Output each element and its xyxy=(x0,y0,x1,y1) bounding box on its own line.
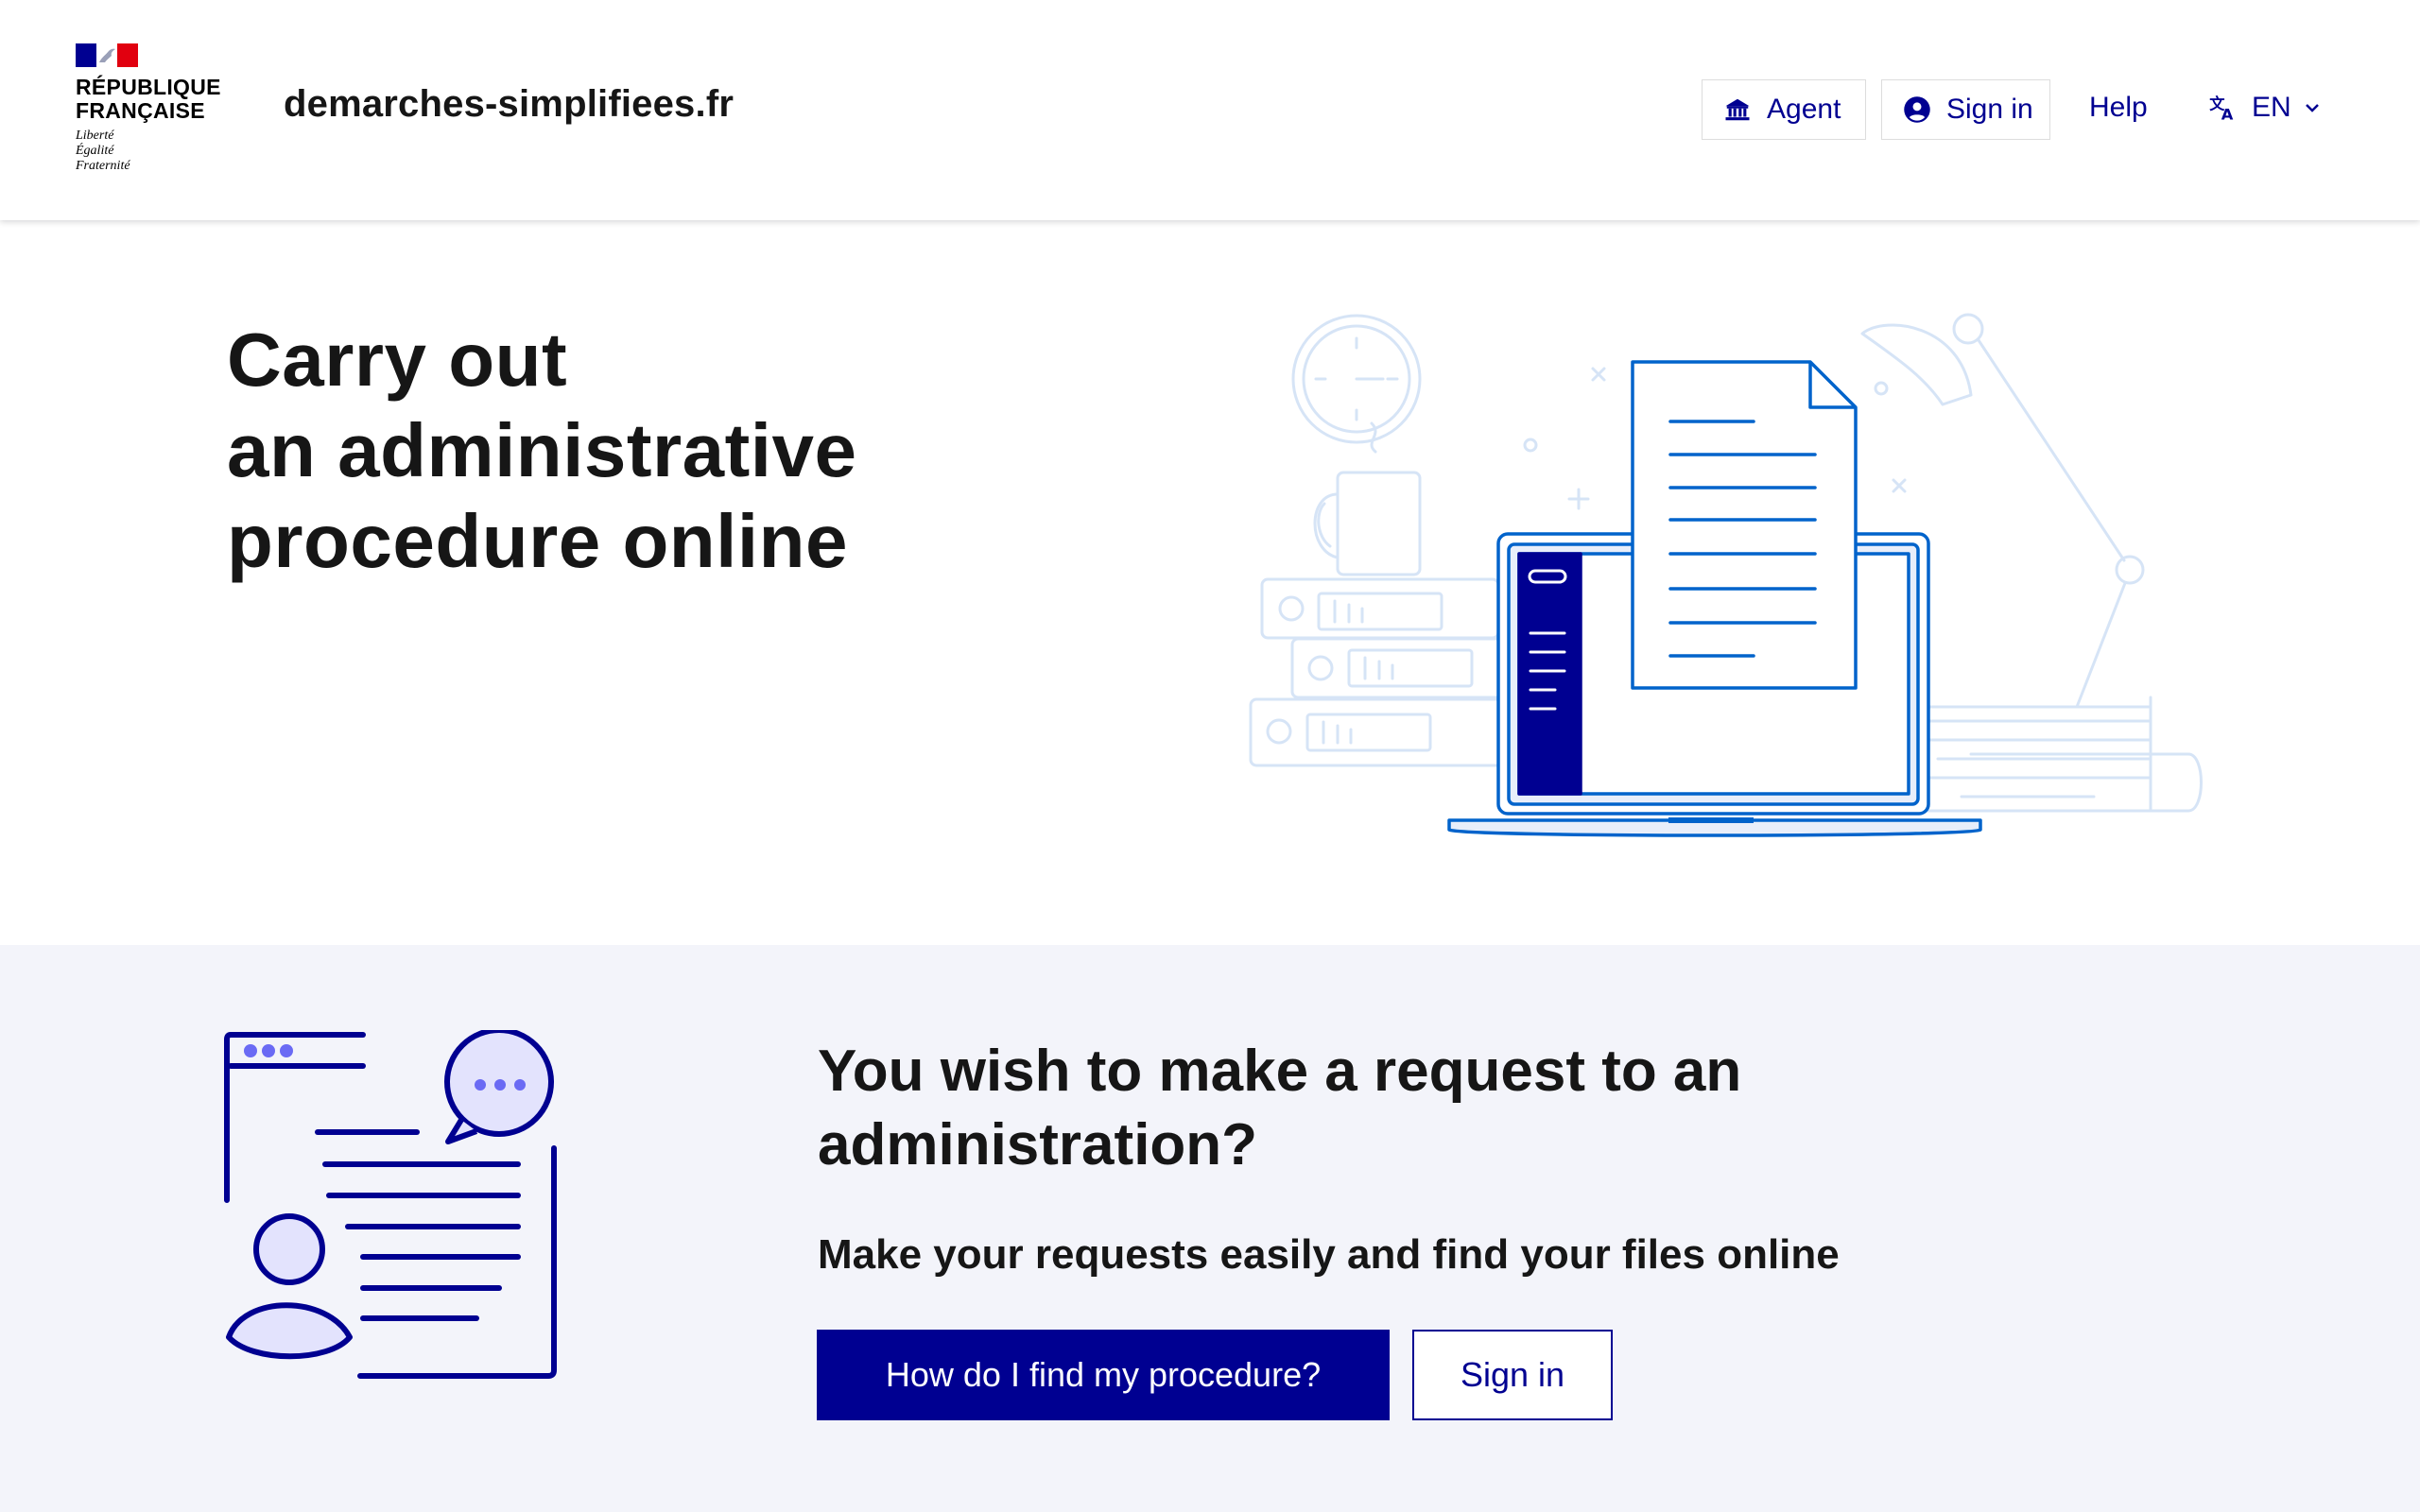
hero-title: Carry out an administrative procedure on… xyxy=(227,315,857,587)
language-selector[interactable]: 文 A EN xyxy=(2208,92,2322,124)
agent-button[interactable]: Agent xyxy=(1702,79,1866,140)
user-request-illustration xyxy=(224,1030,557,1379)
translate-icon: 文 A xyxy=(2209,94,2234,123)
logo-wordmark: RÉPUBLIQUE FRANÇAISE xyxy=(76,75,221,123)
logo-motto: Liberté Égalité Fraternité xyxy=(76,129,130,173)
sign-in-button[interactable]: Sign in xyxy=(1412,1330,1613,1420)
header-sign-in-button[interactable]: Sign in xyxy=(1881,79,2050,140)
chevron-down-icon xyxy=(2305,104,2319,112)
bank-icon xyxy=(1725,98,1750,121)
request-section: You wish to make a request to an adminis… xyxy=(0,945,2420,1512)
hero-title-line: procedure online xyxy=(227,499,848,583)
account-circle-icon xyxy=(1904,96,1930,123)
hero-title-line: Carry out xyxy=(227,318,568,402)
agent-button-label: Agent xyxy=(1767,94,1841,125)
svg-text:A: A xyxy=(2221,106,2234,123)
marianne-flag xyxy=(76,43,138,67)
site-header: RÉPUBLIQUE FRANÇAISE Liberté Égalité Fra… xyxy=(0,0,2420,220)
language-label: EN xyxy=(2252,92,2291,123)
hero-section: Carry out an administrative procedure on… xyxy=(0,220,2420,945)
request-subtitle: Make your requests easily and find your … xyxy=(818,1231,1840,1278)
request-title: You wish to make a request to an adminis… xyxy=(818,1039,1742,1177)
find-procedure-button[interactable]: How do I find my procedure? xyxy=(817,1330,1390,1420)
header-sign-in-label: Sign in xyxy=(1946,94,2033,125)
republique-francaise-logo[interactable]: RÉPUBLIQUE FRANÇAISE Liberté Égalité Fra… xyxy=(76,43,227,180)
hero-title-line: an administrative xyxy=(227,408,857,492)
site-name-link[interactable]: demarches-simplifiees.fr xyxy=(284,83,734,126)
help-link[interactable]: Help xyxy=(2089,92,2148,124)
laptop-desk-illustration xyxy=(1249,313,2203,837)
